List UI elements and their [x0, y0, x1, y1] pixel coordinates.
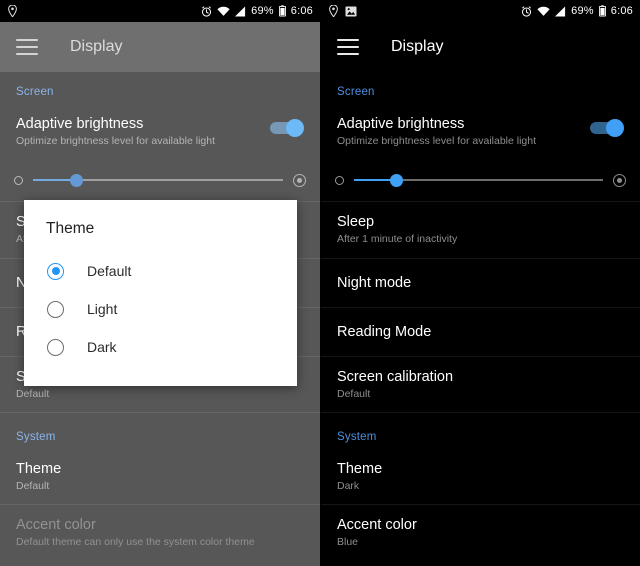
row-subtitle: Optimize brightness level for available … [16, 135, 216, 148]
dialog-title: Theme [46, 220, 95, 237]
option-label: Dark [87, 339, 117, 355]
section-header-system: System [337, 431, 377, 443]
slider-thumb[interactable] [390, 174, 404, 188]
page-title: Display [391, 38, 444, 55]
battery-percent-label: 69% [251, 4, 274, 17]
row-title: Reading Mode [337, 323, 432, 340]
brightness-slider[interactable] [33, 173, 283, 188]
signal-icon [235, 5, 246, 17]
section-header-screen: Screen [16, 86, 54, 98]
row-accent-color: Accent color Default theme can only use … [0, 505, 320, 560]
row-subtitle: Optimize brightness level for available … [337, 135, 537, 148]
toolbar-left: Display [0, 22, 320, 72]
right-phone-panel: 69% 6:06 Display Screen Adaptive brightn… [320, 0, 640, 566]
alarm-icon [521, 5, 532, 17]
image-icon [345, 5, 357, 17]
radio-unselected-icon[interactable] [47, 338, 64, 356]
row-title: Adaptive brightness [16, 116, 144, 132]
page-title: Display [70, 38, 123, 55]
row-subtitle: Default theme can only use the system co… [16, 536, 255, 549]
option-label: Light [87, 301, 118, 317]
toggle-thumb [286, 119, 304, 137]
adaptive-brightness-toggle[interactable] [590, 119, 624, 137]
clock-label: 6:06 [610, 4, 633, 17]
wifi-icon [217, 6, 230, 17]
row-subtitle: Default [16, 480, 50, 493]
row-title: Adaptive brightness [337, 116, 465, 132]
clock-label: 6:06 [290, 4, 313, 17]
option-label: Default [87, 263, 132, 279]
dual-screenshot-stage: 69% 6:06 Display Screen Adaptive brightn… [0, 0, 640, 566]
radio-unselected-icon[interactable] [47, 300, 64, 318]
status-bar-right: 69% 6:06 [321, 0, 640, 22]
row-adaptive-brightness[interactable]: Adaptive brightness Optimize brightness … [0, 104, 320, 159]
location-icon [8, 5, 17, 17]
row-theme[interactable]: Theme Default [0, 449, 320, 506]
row-title: Theme [337, 461, 383, 477]
row-subtitle: Default [337, 387, 371, 400]
settings-list-right: Screen Adaptive brightness Optimize brig… [321, 72, 640, 566]
battery-icon [278, 5, 286, 17]
row-subtitle: Blue [337, 536, 359, 549]
brightness-slider[interactable] [354, 173, 603, 188]
adaptive-brightness-toggle[interactable] [270, 119, 304, 137]
signal-icon [555, 5, 566, 17]
brightness-slider-row[interactable] [0, 159, 320, 203]
section-header-system: System [16, 431, 56, 443]
slider-thumb[interactable] [69, 174, 83, 188]
hamburger-menu-icon[interactable] [337, 39, 359, 55]
row-title: Accent color [16, 517, 96, 534]
row-title: Night mode [337, 274, 412, 291]
row-title: Screen calibration [337, 368, 454, 385]
brightness-high-icon [293, 173, 306, 187]
row-title: Theme [16, 461, 62, 477]
location-icon [329, 5, 338, 17]
brightness-low-icon [335, 175, 344, 185]
left-phone-panel: 69% 6:06 Display Screen Adaptive brightn… [0, 0, 320, 566]
wifi-icon [537, 6, 550, 17]
hamburger-menu-icon[interactable] [16, 39, 38, 55]
row-title: Accent color [337, 517, 417, 534]
status-bar-right-icons: 69% 6:06 [201, 5, 313, 17]
row-title: Sleep [337, 214, 375, 231]
brightness-slider-row[interactable] [321, 159, 640, 203]
row-reading-mode[interactable]: Reading Mode [321, 308, 640, 357]
battery-percent-label: 69% [571, 4, 594, 17]
theme-dialog: Theme Default Light Dark [24, 200, 297, 386]
row-subtitle: After 1 minute of inactivity [337, 233, 458, 246]
theme-option-default[interactable]: Default [24, 252, 297, 290]
status-bar-left-icons [8, 5, 17, 17]
row-theme[interactable]: Theme Dark [321, 449, 640, 506]
theme-option-list: Default Light Dark [24, 238, 297, 366]
row-night-mode[interactable]: Night mode [321, 259, 640, 308]
status-bar-right-icons: 69% 6:06 [521, 5, 633, 17]
theme-option-dark[interactable]: Dark [24, 328, 297, 366]
row-subtitle: Dark [337, 480, 360, 493]
status-bar-left-icons [329, 5, 357, 17]
toggle-thumb [606, 119, 624, 137]
row-subtitle: Default [16, 387, 50, 400]
theme-option-light[interactable]: Light [24, 290, 297, 328]
section-header-screen: Screen [337, 86, 375, 98]
brightness-high-icon [613, 173, 626, 187]
status-bar-left: 69% 6:06 [0, 0, 320, 22]
toolbar-right: Display [321, 22, 640, 72]
alarm-icon [201, 5, 212, 17]
radio-selected-icon[interactable] [47, 262, 64, 280]
row-screen-calibration[interactable]: Screen calibration Default [321, 357, 640, 413]
battery-icon [598, 5, 606, 17]
brightness-low-icon [14, 175, 23, 185]
row-sleep[interactable]: Sleep After 1 minute of inactivity [321, 202, 640, 259]
row-adaptive-brightness[interactable]: Adaptive brightness Optimize brightness … [321, 104, 640, 159]
row-accent-color[interactable]: Accent color Blue [321, 505, 640, 560]
